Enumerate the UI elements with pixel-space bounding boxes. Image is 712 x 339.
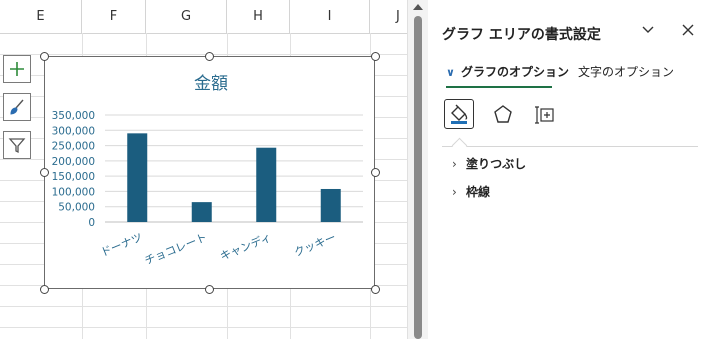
- section-border[interactable]: › 枠線: [452, 183, 490, 200]
- bar-chart[interactable]: 金額 350,000 300,000 250,000 200,000 150,000 10…: [45, 57, 376, 290]
- chevron-down-icon: ∨: [446, 66, 455, 79]
- y-tick-label: 200,000: [52, 156, 95, 168]
- resize-handle-bottom[interactable]: [205, 285, 214, 294]
- chart-title[interactable]: 金額: [194, 74, 228, 94]
- bar[interactable]: [320, 188, 341, 222]
- chevron-down-icon[interactable]: [640, 22, 656, 42]
- column-header-e[interactable]: E: [0, 0, 82, 33]
- column-header-g[interactable]: G: [146, 0, 227, 33]
- bar[interactable]: [127, 133, 148, 222]
- size-properties-button[interactable]: [530, 99, 560, 129]
- section-border-label: 枠線: [466, 185, 491, 199]
- chevron-right-icon: ›: [452, 185, 457, 199]
- y-tick-label: 100,000: [52, 186, 95, 198]
- format-chart-area-pane: グラフ エリアの書式設定 ∨ グラフのオプション 文字のオプション › 塗りつぶし …: [428, 0, 712, 339]
- resize-handle-right[interactable]: [371, 168, 380, 177]
- x-tick-label: クッキー: [292, 231, 338, 260]
- tab-text-options[interactable]: 文字のオプション: [578, 63, 674, 80]
- fill-line-button[interactable]: [444, 99, 474, 129]
- grid-line: [0, 327, 407, 328]
- column-header-row: E F G H I J: [0, 0, 407, 34]
- scrollbar-thumb[interactable]: [414, 16, 422, 339]
- size-properties-icon: [535, 106, 554, 124]
- chart-filters-button[interactable]: [3, 131, 31, 159]
- chart-styles-button[interactable]: [3, 93, 31, 121]
- y-tick-label: 150,000: [52, 171, 95, 183]
- chart-styles-icon: [10, 99, 24, 115]
- column-header-j[interactable]: J: [370, 0, 407, 33]
- x-tick-label: ドーナツ: [99, 231, 145, 260]
- pane-separator-notch: [451, 137, 468, 154]
- chevron-right-icon: ›: [452, 157, 457, 171]
- y-tick-label: 300,000: [52, 125, 95, 137]
- chart-elements-button[interactable]: [3, 55, 31, 83]
- resize-handle-top-right[interactable]: [371, 52, 380, 61]
- close-icon[interactable]: [680, 22, 696, 42]
- y-tick-label: 250,000: [52, 141, 95, 153]
- scroll-up-icon[interactable]: [413, 4, 423, 10]
- resize-handle-top-left[interactable]: [40, 52, 49, 61]
- vertical-scrollbar[interactable]: [407, 0, 428, 339]
- resize-handle-left[interactable]: [40, 168, 49, 177]
- column-header-i[interactable]: I: [290, 0, 370, 33]
- pane-title: グラフ エリアの書式設定: [442, 27, 601, 43]
- pane-separator: [442, 146, 698, 147]
- section-fill[interactable]: › 塗りつぶし: [452, 155, 526, 172]
- x-tick-label: キャンディ: [218, 230, 274, 263]
- tab-graph-options[interactable]: ∨ グラフのオプション: [446, 63, 569, 80]
- pentagon-icon: [494, 105, 512, 123]
- column-header-f[interactable]: F: [82, 0, 146, 33]
- resize-handle-top[interactable]: [205, 52, 214, 61]
- grid-line: [0, 54, 407, 55]
- column-header-h[interactable]: H: [227, 0, 290, 33]
- chart-area[interactable]: 金額 350,000 300,000 250,000 200,000 150,000 10…: [44, 56, 375, 289]
- y-tick-label: 350,000: [52, 110, 95, 122]
- section-fill-label: 塗りつぶし: [466, 157, 527, 171]
- chart-filters-icon: [8, 138, 26, 154]
- x-tick-label: チョコレート: [143, 231, 209, 268]
- paint-bucket-icon: [451, 104, 468, 124]
- resize-handle-bottom-left[interactable]: [40, 285, 49, 294]
- chart-elements-icon: [10, 62, 24, 76]
- active-tab-underline: [446, 86, 552, 88]
- spreadsheet-grid[interactable]: E F G H I J 金額 350,000 300,000 250,000 200,…: [0, 0, 407, 339]
- grid-line: [0, 306, 407, 307]
- resize-handle-bottom-right[interactable]: [371, 285, 380, 294]
- y-tick-label: 0: [88, 217, 95, 229]
- bar[interactable]: [256, 147, 277, 222]
- effects-button[interactable]: [488, 99, 518, 129]
- bar[interactable]: [191, 202, 212, 222]
- tab-graph-options-label: グラフのオプション: [460, 65, 569, 79]
- y-tick-label: 50,000: [58, 202, 95, 214]
